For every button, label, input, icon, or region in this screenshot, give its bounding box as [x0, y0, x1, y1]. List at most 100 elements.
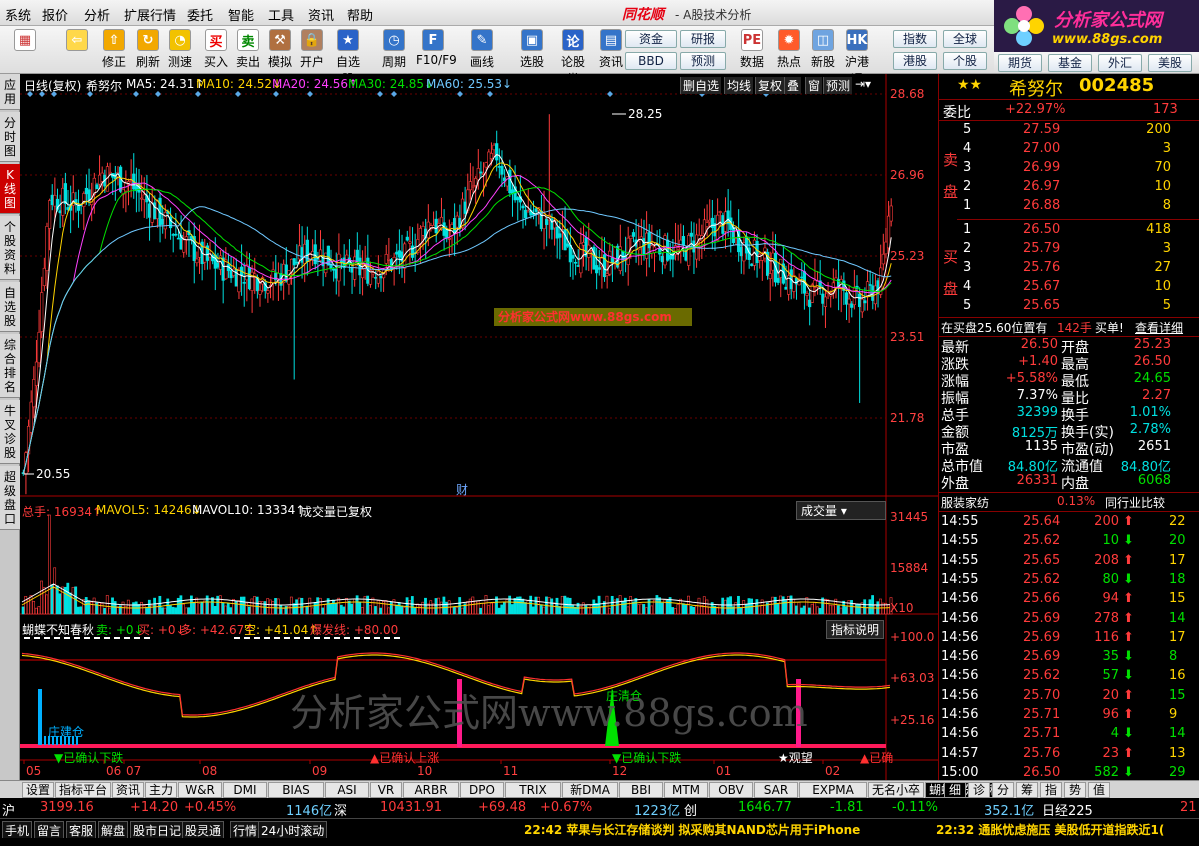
toolbar-box-3[interactable]: 预测 — [680, 52, 726, 70]
toolbar-btn-7[interactable]: ⚒ 模拟 — [263, 28, 297, 72]
toolbar-btn-9[interactable]: ★自选股 — [331, 28, 365, 86]
market-box-r2-1[interactable]: 基金 — [1048, 54, 1092, 72]
bottom-tab-2[interactable]: 资讯 — [112, 782, 144, 798]
menu-7[interactable]: 资讯 — [308, 5, 334, 24]
toolbar-btn-17[interactable]: ✹ 热点 — [772, 28, 806, 72]
toolbar-box-2[interactable]: BBD — [625, 52, 677, 70]
chart-menu-icon[interactable]: ⇥▾ — [855, 77, 871, 91]
bid-price[interactable]: 25.65 — [1023, 298, 1060, 313]
menu-0[interactable]: 系统 — [5, 5, 31, 24]
bid-price[interactable]: 25.76 — [1023, 260, 1060, 275]
toolbar-btn-5[interactable]: 买买入 — [199, 28, 233, 72]
vtab-6[interactable]: 牛 叉 诊 股 — [0, 400, 20, 464]
cai-marker[interactable]: 财 — [456, 483, 468, 497]
vtab-5[interactable]: 综 合 排 名 — [0, 334, 20, 398]
vtab-0[interactable]: 应 用 — [0, 74, 20, 110]
toolbar-btn-19[interactable]: HK沪港通 — [840, 28, 874, 86]
bottom-tab-15[interactable]: OBV — [709, 782, 753, 798]
market-box-r2-3[interactable]: 美股 — [1148, 54, 1192, 72]
bottom-tab-6[interactable]: BIAS — [268, 782, 324, 798]
bottom-tab-16[interactable]: SAR — [754, 782, 798, 798]
vtab-7[interactable]: 超 级 盘 口 — [0, 466, 20, 530]
notice-detail-link[interactable]: 查看详细 — [1135, 319, 1183, 336]
bottom-tab-1[interactable]: 指标平台 — [55, 782, 111, 798]
industry-name[interactable]: 服装家纺 — [941, 494, 989, 511]
quote-tab-bar-5[interactable]: 势 — [1064, 782, 1086, 798]
bottom-tab-10[interactable]: DPO — [460, 782, 504, 798]
chart-btn-3[interactable]: 叠 — [784, 77, 802, 94]
industry-compare-button[interactable]: 同行业比较 — [1105, 494, 1165, 511]
chart-btn-1[interactable]: 均线 — [724, 77, 754, 94]
bottom-tab-18[interactable]: 无名小卒 — [868, 782, 924, 798]
bottom-tab-17[interactable]: EXPMA — [799, 782, 867, 798]
chart-btn-4[interactable]: 窗 — [805, 77, 823, 94]
market-box-r2-2[interactable]: 外汇 — [1098, 54, 1142, 72]
menu-2[interactable]: 分析 — [84, 5, 110, 24]
news-ticker-2[interactable]: 22:32 通胀忧虑施压 美股低开道指跌近1( — [936, 821, 1164, 838]
toolbar-btn-12[interactable]: ✎ 画线 — [465, 28, 499, 72]
bid-price[interactable]: 25.79 — [1023, 241, 1060, 256]
toolbar-btn-13[interactable]: ▣ 选股 — [515, 28, 549, 72]
bottom-tab-13[interactable]: BBI — [619, 782, 663, 798]
vtab-3[interactable]: 个 股 资 料 — [0, 216, 20, 280]
bid-price[interactable]: 25.67 — [1023, 279, 1060, 294]
volume-select[interactable]: 成交量 ▾ — [796, 501, 886, 520]
menu-3[interactable]: 扩展行情 — [124, 5, 176, 24]
bottom-tab-7[interactable]: ASI — [325, 782, 369, 798]
chart-btn-2[interactable]: 复权 — [755, 77, 785, 94]
menu-1[interactable]: 报价 — [42, 5, 68, 24]
quote-tab-bar-4[interactable]: 指 — [1040, 782, 1062, 798]
bid-price[interactable]: 26.50 — [1023, 222, 1060, 237]
bottom-tab-12[interactable]: 新DMA — [562, 782, 618, 798]
vtab-1[interactable]: 分 时 图 — [0, 112, 20, 162]
toolbar-btn-3[interactable]: ↻ 刷新 — [131, 28, 165, 72]
bottom-tab-8[interactable]: VR — [370, 782, 402, 798]
toolbar-btn-0[interactable]: ▦ — [8, 28, 42, 72]
bottom-tab-9[interactable]: ARBR — [403, 782, 459, 798]
vtab-2[interactable]: K 线 图 — [0, 164, 20, 214]
toolbar-btn-6[interactable]: 卖卖出 — [231, 28, 265, 72]
bottom-tab-3[interactable]: 主力 — [145, 782, 177, 798]
toolbar-btn-18[interactable]: ◫ 新股 — [806, 28, 840, 72]
vtab-4[interactable]: 自 选 股 — [0, 282, 20, 332]
ask-price[interactable]: 26.99 — [1023, 160, 1060, 175]
market-box-2[interactable]: 港股 — [893, 52, 937, 70]
toolbar-btn-2[interactable]: ⇧ 修正 — [97, 28, 131, 72]
quote-tab-bar-0[interactable]: 细 — [944, 782, 966, 798]
market-box-r2-0[interactable]: 期货 — [998, 54, 1042, 72]
menu-6[interactable]: 工具 — [268, 5, 294, 24]
news-ticker-1[interactable]: 22:42 苹果与长江存储谈判 拟采购其NAND芯片用于iPhone — [524, 821, 860, 838]
indicator-help-button[interactable]: 指标说明 — [826, 620, 885, 639]
menu-4[interactable]: 委托 — [187, 5, 213, 24]
bottom-tab-5[interactable]: DMI — [223, 782, 267, 798]
toolbar-btn-14[interactable]: 论论股堂 — [556, 28, 590, 86]
chart-btn-0[interactable]: 删自选 — [680, 77, 722, 94]
toolbar-btn-15[interactable]: ▤ 资讯 — [594, 28, 628, 72]
market-box-3[interactable]: 个股 — [943, 52, 987, 70]
toolbar-btn-1[interactable]: ⇦ — [60, 28, 94, 72]
quote-tab-bar-6[interactable]: 值 — [1088, 782, 1110, 798]
quote-tab-bar-2[interactable]: 分 — [992, 782, 1014, 798]
ask-price[interactable]: 26.97 — [1023, 179, 1060, 194]
chart-btn-5[interactable]: 预测 — [823, 77, 853, 94]
menu-8[interactable]: 帮助 — [347, 5, 373, 24]
toolbar-btn-16[interactable]: PE 数据 — [735, 28, 769, 72]
toolbar-btn-10[interactable]: ◷ 周期 — [377, 28, 411, 72]
kline-chart[interactable]: 28.6826.9625.2323.5121.7828.2520.55财分析家公… — [20, 74, 938, 780]
quote-tab-bar-3[interactable]: 筹 — [1016, 782, 1038, 798]
bottom-tab-0[interactable]: 设置 — [22, 782, 54, 798]
ask-price[interactable]: 26.88 — [1023, 198, 1060, 213]
ask-price[interactable]: 27.59 — [1023, 122, 1060, 137]
toolbar-box-1[interactable]: 研报 — [680, 30, 726, 48]
menu-5[interactable]: 智能 — [228, 5, 254, 24]
bottom-tab-11[interactable]: TRIX — [505, 782, 561, 798]
quote-tab-bar-1[interactable]: 诊 — [968, 782, 990, 798]
market-box-0[interactable]: 指数 — [893, 30, 937, 48]
toolbar-btn-8[interactable]: 🔒 开户 — [295, 28, 329, 72]
ask-price[interactable]: 27.00 — [1023, 141, 1060, 156]
market-box-1[interactable]: 全球 — [943, 30, 987, 48]
bottom-tab-14[interactable]: MTM — [664, 782, 708, 798]
toolbar-btn-11[interactable]: F F10/F9 — [416, 28, 457, 72]
bottom-tab-4[interactable]: W&R — [178, 782, 222, 798]
toolbar-box-0[interactable]: 资金 — [625, 30, 677, 48]
